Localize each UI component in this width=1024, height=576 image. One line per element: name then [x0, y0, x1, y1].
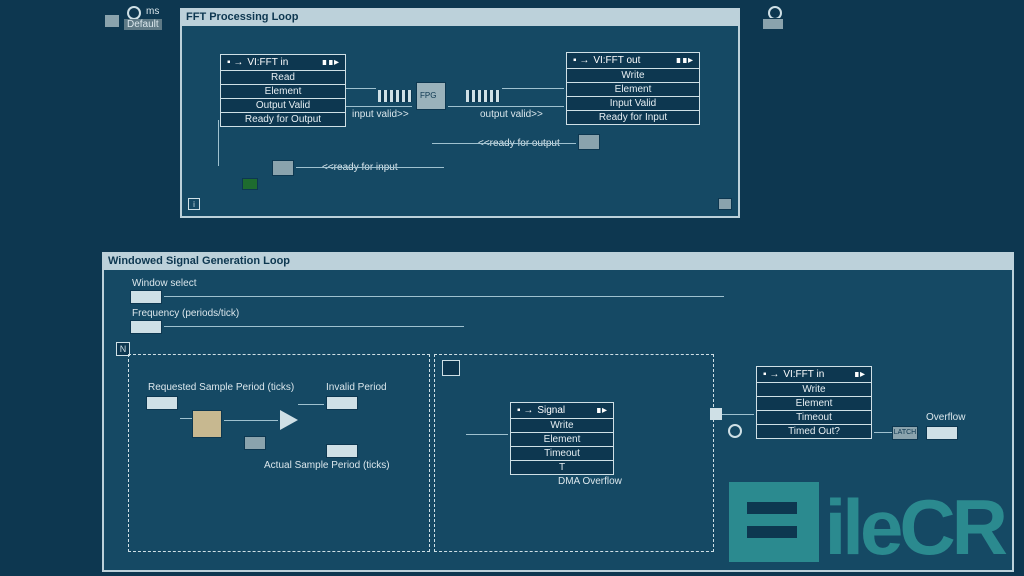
signal-row-element: Element [511, 433, 613, 447]
vi-fft-in-row-element: Element [221, 85, 345, 99]
wire-freq [164, 326, 464, 327]
loop-timer-icon[interactable] [192, 410, 222, 438]
whileloop-stop[interactable] [718, 198, 732, 210]
actual-label: Actual Sample Period (ticks) [264, 460, 390, 471]
input-valid-label: input valid>> [352, 109, 409, 120]
invalid-period-label: Invalid Period [326, 382, 387, 393]
vi-fft-out-row-input-valid: Input Valid [567, 97, 699, 111]
signal-row-write: Write [511, 419, 613, 433]
chart-icon [104, 14, 120, 28]
wire-output-valid [448, 106, 564, 107]
frequency-label: Frequency (periods/tick) [132, 308, 239, 319]
actual-period-ind [326, 444, 358, 458]
stop-icon [762, 18, 784, 30]
wire-winsel [164, 296, 724, 297]
chart-terminal [127, 6, 141, 20]
bool-const-fft[interactable] [242, 178, 258, 190]
wire-req-timer [180, 418, 192, 419]
feedback-node-r-in[interactable] [272, 160, 294, 176]
wire-ready-in [296, 167, 444, 168]
case-selector [728, 424, 742, 438]
coerce-strip-right [466, 90, 500, 102]
watermark-logo: ileCR [729, 482, 1004, 562]
overflow-label: Overflow [926, 412, 965, 423]
vi-fft-out-row-write: Write [567, 69, 699, 83]
signal-fifo-header: ▪ →Signal∎▸ [511, 403, 613, 419]
window-select-ctrl[interactable] [130, 290, 162, 304]
vi-fft-in-right-node[interactable]: ▪ →VI:FFT in∎▸ Write Element Timeout Tim… [756, 366, 872, 439]
wire-tunnel-fft [722, 414, 754, 415]
top-ms-label: ms [146, 6, 159, 17]
watermark-text: ileCR [825, 492, 1004, 562]
neq-compare[interactable] [280, 410, 298, 430]
requested-label: Requested Sample Period (ticks) [148, 382, 294, 393]
vi-fft-in-row-output-valid: Output Valid [221, 99, 345, 113]
top-default-label: Default [124, 19, 162, 30]
fftin-row-timedout: Timed Out? [757, 425, 871, 438]
delay-node[interactable] [244, 436, 266, 450]
fftin-row-write: Write [757, 383, 871, 397]
wire-timer-cmp [224, 420, 278, 421]
fft-panel-title: FFT Processing Loop [180, 8, 740, 26]
windowed-panel-title: Windowed Signal Generation Loop [102, 252, 1014, 270]
vi-fft-in-row-ready: Ready for Output [221, 113, 345, 126]
wire-timedout [874, 432, 892, 433]
whileloop-i: i [188, 198, 200, 210]
vi-fft-out-row-element: Element [567, 83, 699, 97]
vi-fft-out-node[interactable]: ▪ →VI:FFT out∎∎▸ Write Element Input Val… [566, 52, 700, 125]
fftin-row-element: Element [757, 397, 871, 411]
wire-element [346, 88, 376, 89]
wire-ready-in-up [218, 120, 219, 166]
fft-processing-loop-panel: FFT Processing Loop i ▪ →VI:FFT in∎∎▸ Re… [180, 8, 740, 218]
wire-cmp-inv [298, 404, 324, 405]
vi-fft-out-header: ▪ →VI:FFT out∎∎▸ [567, 53, 699, 69]
wire-sig-elem [466, 434, 508, 435]
invalid-period-ind [326, 396, 358, 410]
output-valid-label: output valid>> [480, 109, 543, 120]
wire-out-element [502, 88, 564, 89]
vi-fft-in-node[interactable]: ▪ →VI:FFT in∎∎▸ Read Element Output Vali… [220, 54, 346, 127]
fpga-center-node[interactable] [416, 82, 446, 110]
watermark-f-icon [729, 482, 819, 562]
wire-ready-out [432, 143, 576, 144]
sctl-right-clock [442, 360, 460, 376]
signal-row-timeout: Timeout [511, 447, 613, 461]
vi-fft-in-right-header: ▪ →VI:FFT in∎▸ [757, 367, 871, 383]
frequency-ctrl[interactable] [130, 320, 162, 334]
fftin-row-timeout: Timeout [757, 411, 871, 425]
requested-ctrl[interactable] [146, 396, 178, 410]
signal-row-t: T [511, 461, 613, 474]
tunnel-out [710, 408, 722, 420]
vi-fft-in-header: ▪ →VI:FFT in∎∎▸ [221, 55, 345, 71]
latch-icon[interactable]: LATCH [892, 426, 918, 440]
vi-fft-in-row-read: Read [221, 71, 345, 85]
signal-fifo-node[interactable]: ▪ →Signal∎▸ Write Element Timeout T [510, 402, 614, 475]
wire-input-valid [346, 106, 412, 107]
dma-overflow-label: DMA Overflow [558, 476, 622, 487]
window-select-label: Window select [132, 278, 196, 289]
coerce-strip-left [378, 90, 412, 102]
feedback-node-r-out[interactable] [578, 134, 600, 150]
overflow-ind [926, 426, 958, 440]
vi-fft-out-row-ready: Ready for Input [567, 111, 699, 124]
